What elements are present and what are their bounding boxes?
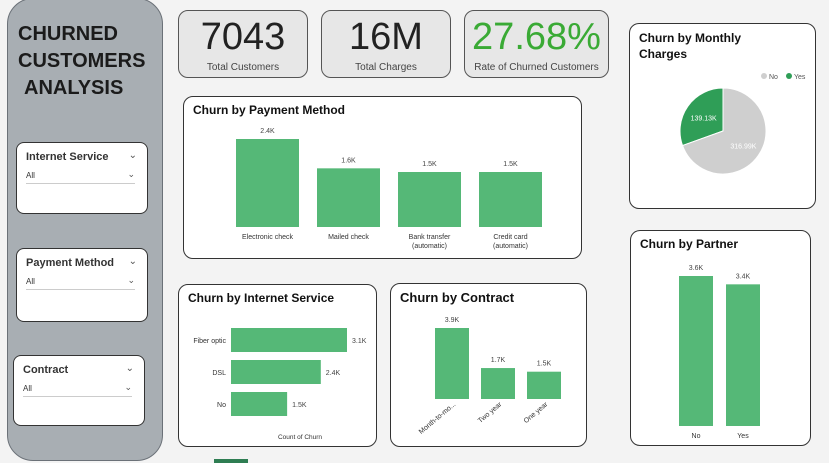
slicer-label: Internet Service bbox=[26, 151, 109, 163]
chart-plot-area: 2.4K Electronic check 1.6K Mailed check 1.5K… bbox=[236, 128, 542, 250]
slicer-dropdown[interactable]: All ⌄ bbox=[26, 169, 135, 184]
slicer-payment-method[interactable]: Payment Method ⌄ All ⌄ bbox=[16, 248, 148, 322]
chevron-down-icon[interactable]: ⌄ bbox=[127, 169, 135, 180]
chart-churn-by-contract: Churn by Contract 3.9K Month-to-mo... 1.7K… bbox=[390, 283, 587, 447]
data-label: 1.6K bbox=[341, 157, 356, 164]
slicer-internet-service[interactable]: Internet Service ⌄ All ⌄ bbox=[16, 142, 148, 214]
bar bbox=[726, 284, 760, 426]
slicer-dropdown[interactable]: All ⌄ bbox=[26, 275, 135, 290]
data-label: 3.6K bbox=[689, 265, 704, 272]
tick-label: Fiber optic bbox=[193, 338, 226, 345]
tick-label: Month-to-mo... bbox=[418, 401, 457, 436]
bar bbox=[236, 139, 299, 227]
data-label: 2.4K bbox=[326, 370, 341, 377]
bar bbox=[435, 328, 469, 399]
title-line-2: CUSTOMERS bbox=[18, 50, 146, 72]
chart-plot-area: 3.6K No 3.4K Yes bbox=[679, 265, 760, 440]
legend-label: Yes bbox=[794, 74, 806, 81]
slicer-dropdown[interactable]: All ⌄ bbox=[23, 382, 132, 397]
data-label: 3.4K bbox=[736, 273, 751, 280]
bar bbox=[231, 328, 347, 352]
tick-label: Yes bbox=[737, 433, 749, 440]
chart-churn-by-monthly-charges: Churn by Monthly Charges 139.13K 316.99K N… bbox=[629, 23, 816, 209]
slicer-label: Contract bbox=[23, 364, 69, 376]
chart-plot-area: Fiber optic 3.1K DSL 2.4K No 1.5K Count of Chu… bbox=[193, 328, 367, 441]
bar bbox=[231, 392, 288, 416]
chart-churn-by-partner: Churn by Partner 3.6K No 3.4K Yes bbox=[630, 230, 811, 446]
slicer-label: Payment Method bbox=[26, 257, 115, 269]
data-label: 3.9K bbox=[445, 317, 460, 324]
data-label: 316.99K bbox=[730, 143, 756, 150]
kpi-value: 16M bbox=[349, 16, 423, 58]
bar bbox=[481, 368, 515, 399]
slicer-value: All bbox=[26, 277, 35, 286]
legend-label: No bbox=[769, 74, 778, 81]
tick-label: Bank transfer bbox=[409, 234, 451, 241]
tick-label: Electronic check bbox=[242, 234, 293, 241]
page-tab-indicator[interactable] bbox=[214, 459, 248, 463]
tick-label: (automatic) bbox=[412, 243, 447, 250]
kpi-total-customers: 7043 Total Customers bbox=[178, 10, 308, 78]
data-label: 1.5K bbox=[422, 161, 437, 168]
tick-label: (automatic) bbox=[493, 243, 528, 250]
data-label: 1.5K bbox=[503, 161, 518, 168]
title-line-3: ANALYSIS bbox=[24, 77, 124, 99]
tick-label: Mailed check bbox=[328, 234, 369, 241]
chevron-down-icon[interactable]: ⌄ bbox=[129, 150, 137, 161]
bar bbox=[317, 168, 380, 227]
chart-churn-by-payment-method: Churn by Payment Method 2.4K Electronic c… bbox=[183, 96, 582, 259]
tick-label: One year bbox=[523, 401, 550, 425]
data-label: 2.4K bbox=[260, 128, 275, 135]
legend-marker bbox=[761, 73, 767, 79]
tick-label: No bbox=[217, 402, 226, 409]
kpi-churn-rate: 27.68% Rate of Churned Customers bbox=[464, 10, 609, 78]
chevron-down-icon[interactable]: ⌄ bbox=[126, 363, 134, 374]
kpi-total-charges: 16M Total Charges bbox=[321, 10, 451, 78]
chevron-down-icon[interactable]: ⌄ bbox=[129, 256, 137, 267]
kpi-value: 7043 bbox=[200, 16, 286, 58]
tick-label: Two year bbox=[477, 401, 504, 425]
data-label: 3.1K bbox=[352, 338, 367, 345]
chevron-down-icon[interactable]: ⌄ bbox=[124, 382, 132, 393]
bar bbox=[527, 371, 561, 399]
title-line-1: CHURNED bbox=[18, 23, 118, 45]
kpi-label: Rate of Churned Customers bbox=[474, 62, 599, 73]
data-label: 139.13K bbox=[691, 115, 717, 122]
kpi-label: Total Customers bbox=[206, 62, 280, 73]
data-label: 1.5K bbox=[537, 361, 552, 368]
chart-plot-area: 139.13K 316.99K No Yes bbox=[679, 73, 806, 175]
dashboard-canvas: CHURNED CUSTOMERS ANALYSIS Internet Serv… bbox=[0, 0, 829, 463]
bar bbox=[479, 172, 542, 227]
slicer-value: All bbox=[26, 171, 35, 180]
legend-marker bbox=[786, 73, 792, 79]
kpi-value: 27.68% bbox=[472, 16, 601, 58]
slicer-contract[interactable]: Contract ⌄ All ⌄ bbox=[13, 355, 145, 426]
kpi-label: Total Charges bbox=[355, 62, 417, 73]
data-label: 1.5K bbox=[292, 402, 307, 409]
axis-label: Count of Churn bbox=[278, 434, 322, 441]
tick-label: DSL bbox=[212, 370, 226, 377]
bar bbox=[231, 360, 321, 384]
bar bbox=[398, 172, 461, 227]
filter-sidebar: CHURNED CUSTOMERS ANALYSIS Internet Serv… bbox=[7, 0, 163, 461]
dashboard-title: CHURNED CUSTOMERS ANALYSIS bbox=[18, 21, 158, 102]
slicer-value: All bbox=[23, 384, 32, 393]
chart-churn-by-internet-service: Churn by Internet Service Fiber optic 3.1… bbox=[178, 284, 377, 447]
tick-label: Credit card bbox=[493, 234, 527, 241]
bar bbox=[679, 276, 713, 426]
chart-plot-area: 3.9K Month-to-mo... 1.7K Two year 1.5K One ye… bbox=[418, 317, 561, 436]
tick-label: No bbox=[692, 433, 701, 440]
data-label: 1.7K bbox=[491, 357, 506, 364]
chevron-down-icon[interactable]: ⌄ bbox=[127, 275, 135, 286]
